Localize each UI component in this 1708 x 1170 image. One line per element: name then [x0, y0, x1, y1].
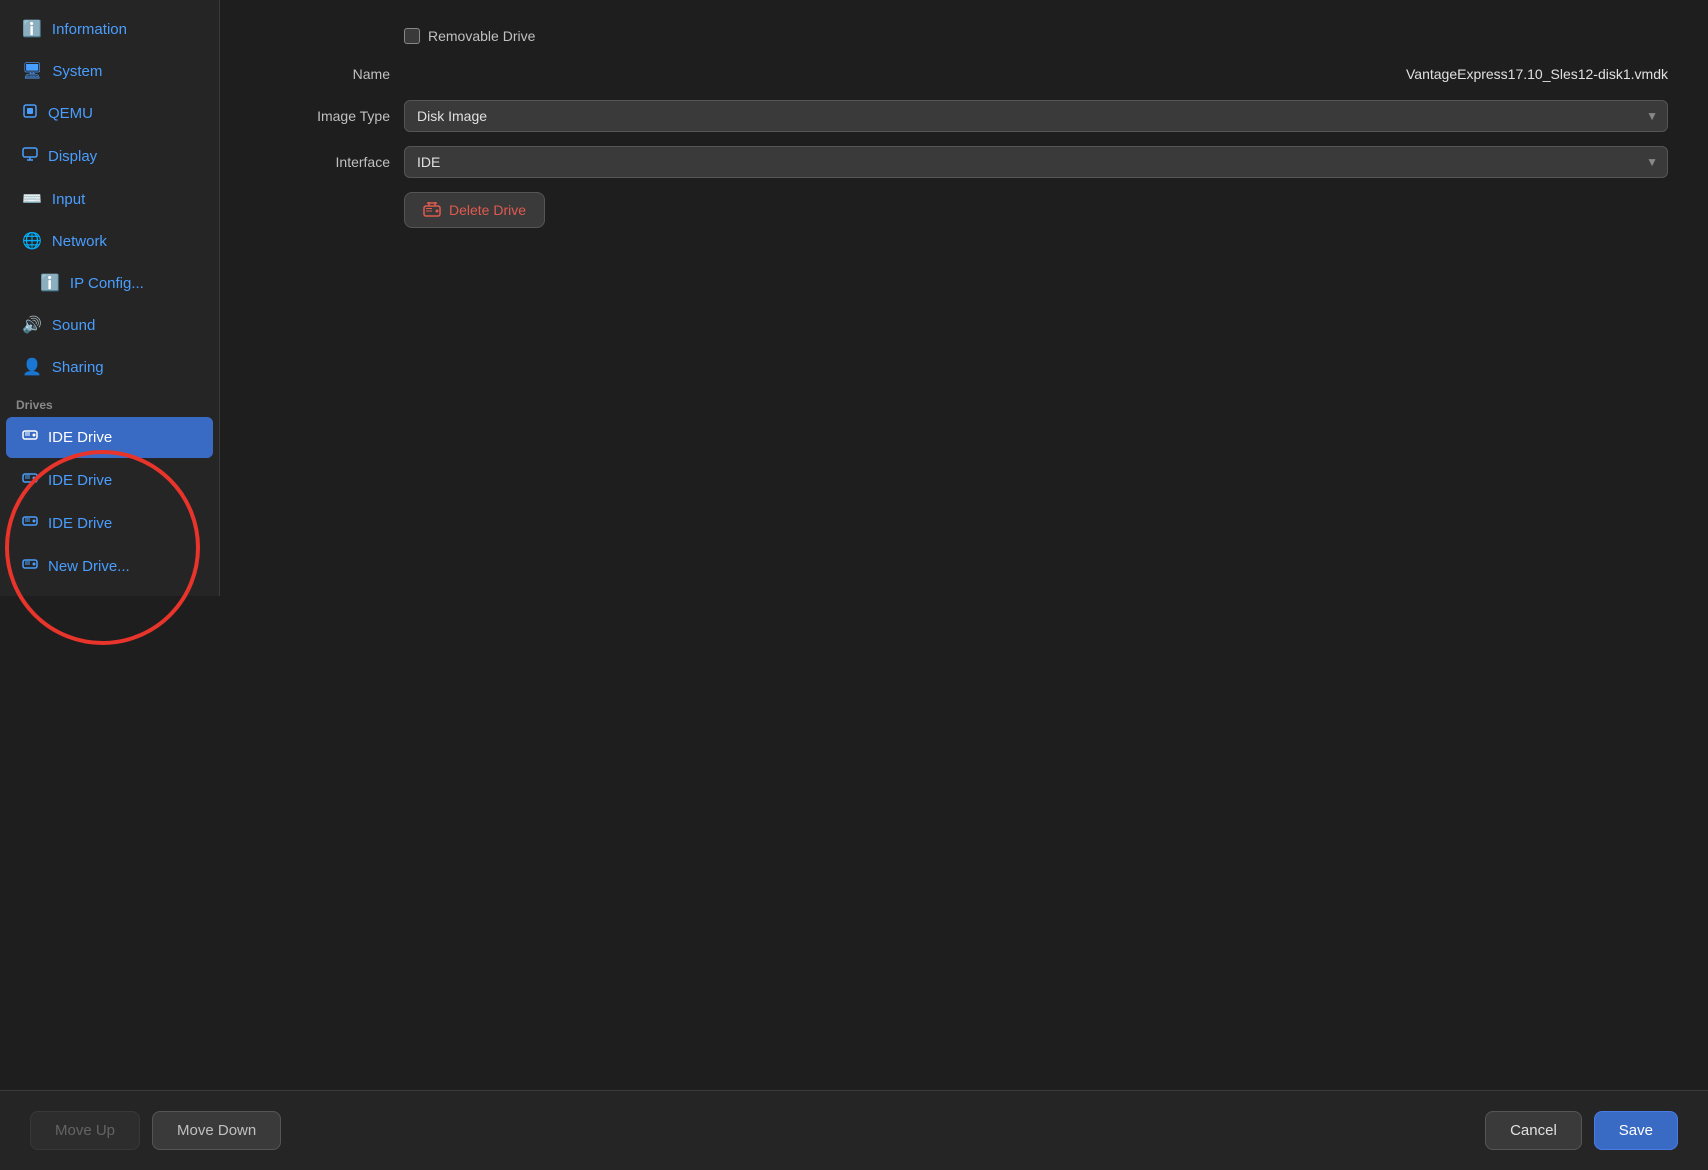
- delete-drive-button[interactable]: Delete Drive: [404, 192, 545, 228]
- cancel-button[interactable]: Cancel: [1485, 1111, 1582, 1150]
- sidebar-item-label: Information: [52, 21, 127, 38]
- new-drive-icon: [22, 556, 38, 577]
- bottom-bar-left: Move Up Move Down: [30, 1111, 281, 1150]
- interface-select-wrapper: IDE SATA NVMe USB ▼: [404, 146, 1668, 178]
- sidebar-item-label: IDE Drive: [48, 472, 112, 489]
- ide-drive-2-icon: [22, 470, 38, 491]
- name-label: Name: [260, 66, 390, 82]
- image-type-label: Image Type: [260, 108, 390, 124]
- sidebar-item-new-drive[interactable]: New Drive...: [6, 546, 213, 587]
- sidebar-item-label: Network: [52, 233, 107, 250]
- interface-select[interactable]: IDE SATA NVMe USB: [404, 146, 1668, 178]
- ide-drive-3-icon: [22, 513, 38, 534]
- sharing-icon: 👤: [22, 357, 42, 377]
- image-type-select-wrapper: Disk Image Raw Image ISO ▼: [404, 100, 1668, 132]
- sidebar-item-sharing[interactable]: 👤 Sharing: [6, 347, 213, 387]
- input-icon: ⌨️: [22, 189, 42, 209]
- removable-drive-label[interactable]: Removable Drive: [404, 28, 535, 44]
- sidebar-item-information[interactable]: ℹ️ Information: [6, 9, 213, 49]
- sidebar-item-qemu[interactable]: QEMU: [6, 93, 213, 134]
- display-icon: [22, 146, 38, 167]
- sidebar-item-input[interactable]: ⌨️ Input: [6, 179, 213, 219]
- move-up-button[interactable]: Move Up: [30, 1111, 140, 1150]
- drives-section-label: Drives: [0, 388, 219, 416]
- sidebar: ℹ️ Information 🖥 System QEMU: [0, 0, 220, 596]
- delete-drive-icon: [423, 201, 441, 219]
- bottom-bar-right: Cancel Save: [1485, 1111, 1678, 1150]
- information-icon: ℹ️: [22, 19, 42, 39]
- system-icon: 🖥: [22, 61, 42, 81]
- cancel-label: Cancel: [1510, 1122, 1557, 1139]
- qemu-icon: [22, 103, 38, 124]
- sidebar-item-network[interactable]: 🌐 Network: [6, 221, 213, 261]
- sidebar-item-ide-drive-2[interactable]: IDE Drive: [6, 460, 213, 501]
- sidebar-item-ip-config[interactable]: ℹ️ IP Config...: [6, 263, 213, 303]
- name-row: Name VantageExpress17.10_Sles12-disk1.vm…: [260, 66, 1668, 82]
- move-down-button[interactable]: Move Down: [152, 1111, 281, 1150]
- sidebar-item-label: IDE Drive: [48, 515, 112, 532]
- sidebar-item-display[interactable]: Display: [6, 136, 213, 177]
- removable-drive-checkbox[interactable]: [404, 28, 420, 44]
- name-value: VantageExpress17.10_Sles12-disk1.vmdk: [404, 66, 1668, 82]
- delete-drive-label: Delete Drive: [449, 202, 526, 218]
- sidebar-item-label: IP Config...: [70, 275, 144, 292]
- sound-icon: 🔊: [22, 315, 42, 335]
- sidebar-item-label: Input: [52, 191, 85, 208]
- image-type-row: Image Type Disk Image Raw Image ISO ▼: [260, 100, 1668, 132]
- sidebar-item-label: IDE Drive: [48, 429, 112, 446]
- sidebar-item-system[interactable]: 🖥 System: [6, 51, 213, 91]
- interface-label: Interface: [260, 154, 390, 170]
- removable-drive-text: Removable Drive: [428, 28, 535, 44]
- ide-drive-1-icon: [22, 427, 38, 448]
- move-down-label: Move Down: [177, 1122, 256, 1139]
- removable-drive-row: Removable Drive: [260, 28, 1668, 44]
- sidebar-item-label: Display: [48, 148, 97, 165]
- save-button[interactable]: Save: [1594, 1111, 1678, 1150]
- sidebar-item-label: New Drive...: [48, 558, 130, 575]
- sidebar-item-sound[interactable]: 🔊 Sound: [6, 305, 213, 345]
- sidebar-item-ide-drive-1[interactable]: IDE Drive: [6, 417, 213, 458]
- sidebar-item-label: Sound: [52, 317, 95, 334]
- image-type-select[interactable]: Disk Image Raw Image ISO: [404, 100, 1668, 132]
- sidebar-item-label: QEMU: [48, 105, 93, 122]
- network-icon: 🌐: [22, 231, 42, 251]
- ip-config-icon: ℹ️: [40, 273, 60, 293]
- sidebar-item-label: Sharing: [52, 359, 104, 376]
- bottom-bar: Move Up Move Down Cancel Save: [0, 1090, 1708, 1170]
- save-label: Save: [1619, 1122, 1653, 1139]
- interface-row: Interface IDE SATA NVMe USB ▼: [260, 146, 1668, 178]
- sidebar-item-ide-drive-3[interactable]: IDE Drive: [6, 503, 213, 544]
- sidebar-item-label: System: [52, 63, 102, 80]
- detail-panel: Removable Drive Name VantageExpress17.10…: [220, 0, 1708, 1090]
- move-up-label: Move Up: [55, 1122, 115, 1139]
